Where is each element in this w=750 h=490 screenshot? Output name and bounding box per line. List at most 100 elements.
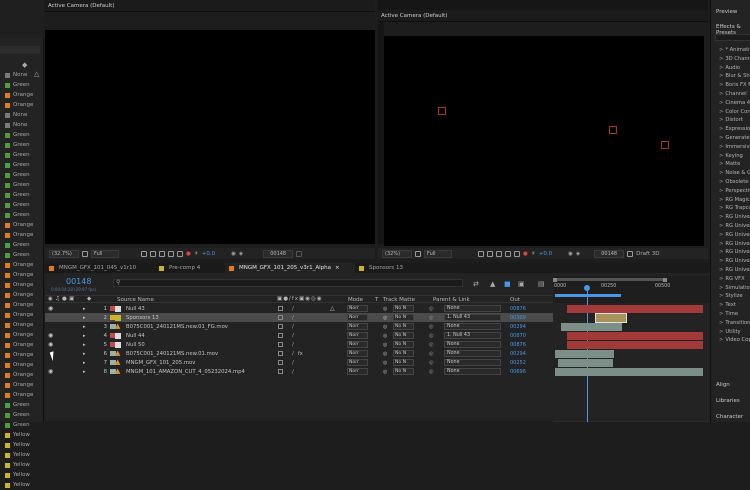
- transparency-icon[interactable]: [159, 250, 165, 257]
- audio-column-icon[interactable]: ♫: [55, 296, 60, 302]
- layer-name[interactable]: B075C001_240121MS.new.01.mov: [126, 351, 218, 357]
- effects-category[interactable]: > Time: [719, 311, 738, 317]
- effects-category[interactable]: > Text: [719, 302, 736, 308]
- label-item[interactable]: Orange: [0, 270, 44, 280]
- timeline-tab[interactable]: Sponsors 13: [355, 263, 435, 273]
- track-matte-dropdown[interactable]: No N: [393, 305, 414, 312]
- label-item[interactable]: Green: [0, 160, 44, 170]
- blend-mode-dropdown[interactable]: Norr: [347, 350, 368, 357]
- effects-category[interactable]: >3D Channel: [719, 56, 750, 62]
- fit-icon[interactable]: [82, 250, 88, 257]
- label-item[interactable]: Orange: [0, 360, 44, 370]
- layer-row[interactable]: ◉ ▸ 8 ▲ MNGM_101_AMAZON_CUT_4_05232024.mp4 ∕ N…: [45, 367, 553, 376]
- layer-row[interactable]: ◉ ▸ 5 Null 50 ∕ Norr ◎ No N ◎ None 00876: [45, 340, 553, 349]
- timecode-field[interactable]: 00148: [263, 249, 294, 258]
- parent-link-header[interactable]: Parent & Link: [433, 297, 470, 303]
- track-matte-dropdown[interactable]: No N: [393, 359, 414, 366]
- label-item[interactable]: Green: [0, 150, 44, 160]
- out-point-value[interactable]: 00294: [510, 324, 526, 330]
- effects-category[interactable]: >Noise & Grain: [719, 170, 750, 176]
- effects-category[interactable]: > RG VFX: [719, 276, 745, 282]
- label-item[interactable]: Green: [0, 210, 44, 220]
- disclosure-arrow-icon[interactable]: >: [719, 241, 723, 247]
- color-wheel-icon[interactable]: ●: [186, 251, 191, 257]
- track-matte-link-icon[interactable]: ◎: [383, 369, 387, 375]
- parent-pickwhip-icon[interactable]: ◎: [429, 369, 434, 375]
- work-area-end-handle[interactable]: [663, 278, 667, 282]
- color-wheel-icon-right[interactable]: ●: [523, 251, 528, 257]
- expand-arrow-icon[interactable]: ▸: [83, 333, 86, 339]
- disclosure-arrow-icon[interactable]: >: [719, 161, 723, 167]
- effects-category[interactable]: >Simulation: [719, 285, 750, 291]
- visibility-eye-icon[interactable]: ◉: [48, 341, 53, 348]
- parent-dropdown[interactable]: None: [444, 341, 501, 348]
- label-item[interactable]: Yellow: [0, 440, 44, 450]
- exposure-icon-right[interactable]: ☀: [531, 251, 536, 257]
- effects-category[interactable]: >RG Trapcode: [719, 205, 750, 211]
- t-header[interactable]: T: [375, 297, 378, 303]
- disclosure-arrow-icon[interactable]: >: [719, 82, 723, 88]
- region-icon-right[interactable]: [505, 250, 511, 257]
- effects-category[interactable]: >RG Universe: [719, 249, 750, 255]
- disclosure-arrow-icon[interactable]: >: [719, 188, 723, 194]
- label-item[interactable]: Orange: [0, 230, 44, 240]
- label-item[interactable]: Green: [0, 140, 44, 150]
- label-item[interactable]: Orange: [0, 340, 44, 350]
- layer-duration-bar[interactable]: [557, 358, 613, 367]
- disclosure-arrow-icon[interactable]: >: [719, 135, 723, 141]
- effects-category[interactable]: >RG Universe: [719, 267, 750, 273]
- blend-mode-dropdown[interactable]: Norr: [347, 368, 368, 375]
- disclosure-arrow-icon[interactable]: >: [719, 144, 723, 150]
- layer-duration-bar[interactable]: [595, 312, 628, 323]
- blend-mode-dropdown[interactable]: Norr: [347, 359, 368, 366]
- track-matte-link-icon[interactable]: ◎: [383, 351, 387, 357]
- shy-switch[interactable]: [278, 324, 283, 329]
- label-item[interactable]: Orange: [0, 220, 44, 230]
- blend-mode-dropdown[interactable]: Norr: [347, 314, 368, 321]
- layer-row[interactable]: ▸ 2 Sponsors 13 ∕ Norr ◎ No N ◎ 1. Null 43 00309: [45, 313, 553, 322]
- disclosure-arrow-icon[interactable]: >: [719, 179, 723, 185]
- solo-column-icon[interactable]: ●: [62, 296, 67, 302]
- parent-pickwhip-icon[interactable]: ◎: [429, 333, 434, 339]
- shy-switch[interactable]: [278, 351, 283, 356]
- zoom-dropdown-right[interactable]: (32%): [382, 249, 412, 258]
- disclosure-arrow-icon[interactable]: >: [719, 285, 723, 291]
- parent-pickwhip-icon[interactable]: ◎: [429, 306, 434, 312]
- label-item[interactable]: Yellow: [0, 480, 44, 490]
- expand-arrow-icon[interactable]: ▸: [83, 342, 86, 348]
- layer-row[interactable]: ▸ 3 ▲ B075C001_240121MS.new.01_FG.mov ∕ Norr ◎…: [45, 322, 553, 331]
- comp-flowchart-icon[interactable]: ⇄: [473, 280, 479, 288]
- shy-icon[interactable]: ■: [504, 280, 511, 288]
- grid-icon[interactable]: [141, 250, 147, 257]
- show-channel-icon-right[interactable]: ◈: [576, 251, 580, 257]
- effects-category[interactable]: >Color Correction: [719, 109, 750, 115]
- transparency-icon-right[interactable]: [496, 250, 502, 257]
- fit-icon-right[interactable]: [415, 250, 421, 257]
- current-time[interactable]: 00148: [66, 277, 91, 286]
- disclosure-arrow-icon[interactable]: >: [719, 47, 723, 53]
- out-point-value[interactable]: 00696: [510, 369, 526, 375]
- left-composition-canvas[interactable]: [45, 30, 375, 244]
- null-object-marker[interactable]: [609, 126, 617, 134]
- quality-switch-icon[interactable]: ∕: [292, 342, 294, 348]
- label-item[interactable]: Orange: [0, 330, 44, 340]
- layer-name[interactable]: Sponsors 13: [126, 315, 159, 321]
- label-item[interactable]: Orange: [0, 370, 44, 380]
- timeline-tab[interactable]: Pre-comp 4: [155, 263, 225, 273]
- disclosure-arrow-icon[interactable]: >: [719, 311, 723, 317]
- parent-dropdown[interactable]: None: [444, 350, 501, 357]
- draft-3d-toggle-icon[interactable]: ▲: [490, 280, 495, 288]
- expand-arrow-icon[interactable]: ▸: [83, 306, 86, 312]
- exposure-value[interactable]: +0.0: [202, 251, 215, 257]
- label-item[interactable]: Orange: [0, 390, 44, 400]
- track-matte-dropdown[interactable]: No N: [393, 314, 414, 321]
- graph-editor-icon[interactable]: ▤: [538, 280, 545, 288]
- parent-dropdown[interactable]: None: [444, 368, 501, 375]
- frame-blend-icon[interactable]: ▣: [518, 280, 525, 288]
- effects-category[interactable]: >Blur & Sharpen: [719, 73, 750, 79]
- layer-duration-bar[interactable]: [555, 349, 615, 358]
- disclosure-arrow-icon[interactable]: >: [719, 197, 723, 203]
- parent-dropdown[interactable]: None: [444, 359, 501, 366]
- layer-name[interactable]: Null 50: [126, 342, 145, 348]
- zoom-dropdown[interactable]: (32.7%): [49, 249, 79, 258]
